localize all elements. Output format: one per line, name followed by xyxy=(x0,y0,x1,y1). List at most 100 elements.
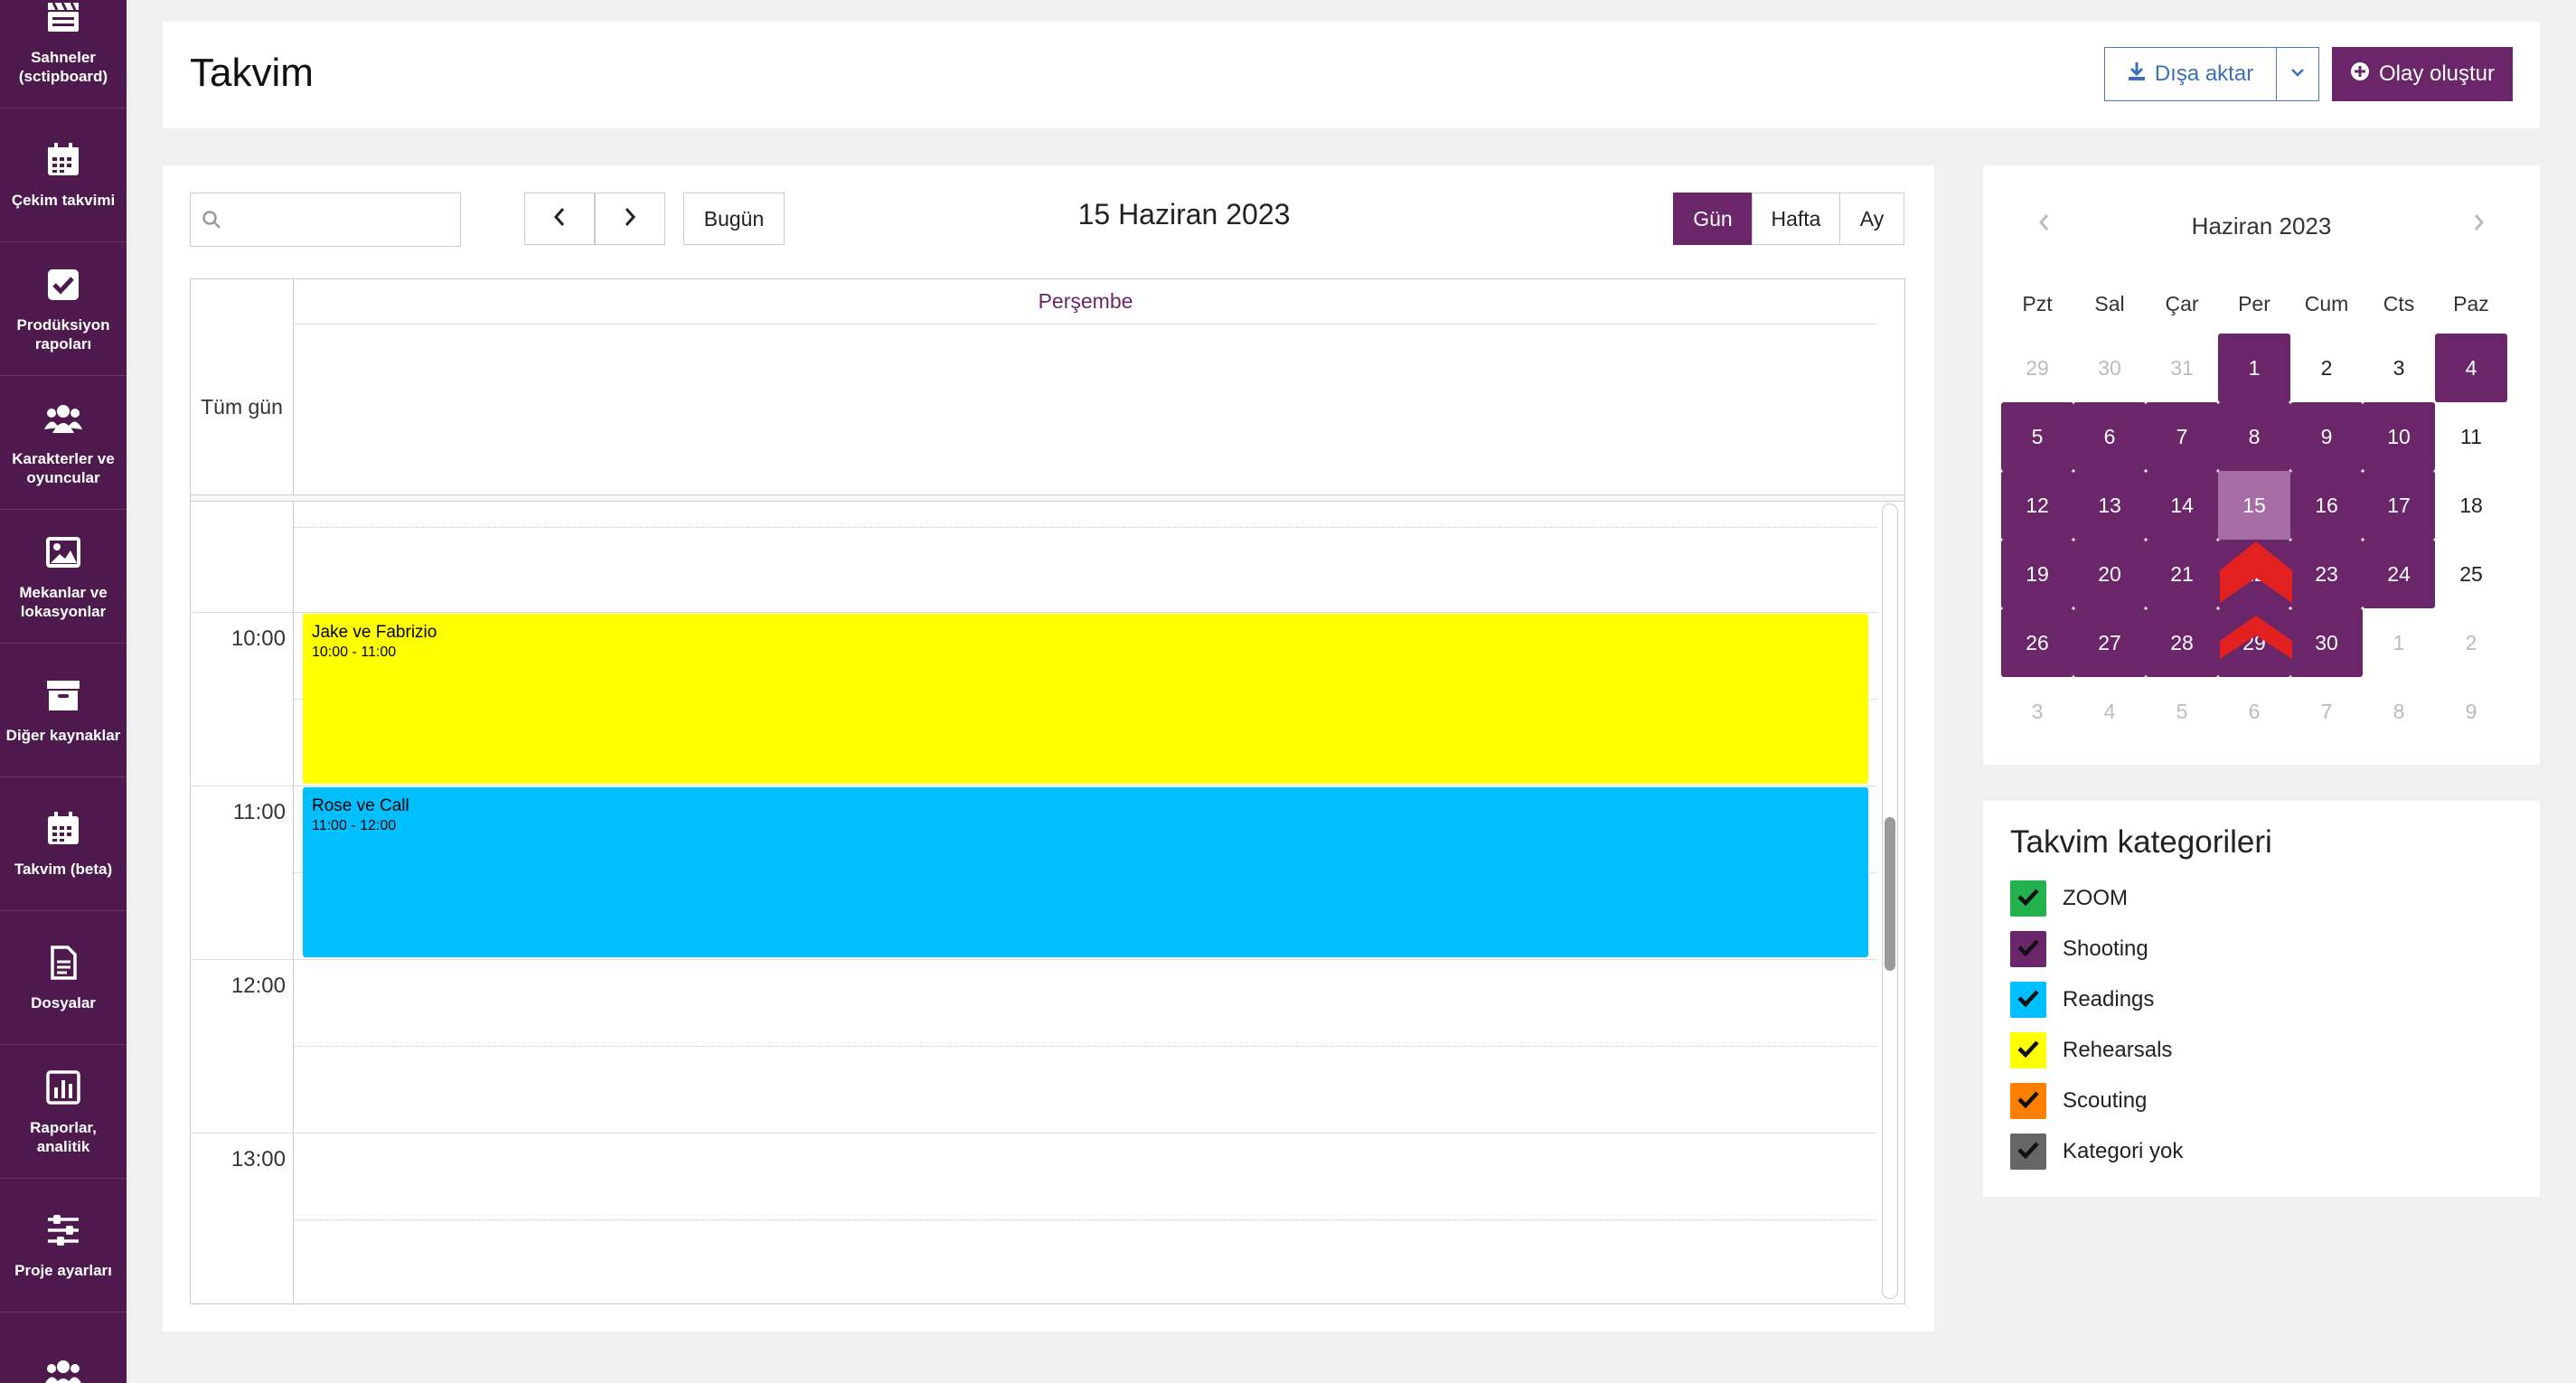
mini-prev-month-button[interactable] xyxy=(2030,211,2057,238)
category-checkbox[interactable] xyxy=(2010,982,2046,1018)
category-item[interactable]: Shooting xyxy=(2010,931,2148,967)
category-checkbox[interactable] xyxy=(2010,1083,2046,1119)
mini-calendar-day[interactable]: 7 xyxy=(2146,402,2218,471)
sidebar-item-characters[interactable]: Karakterler ve oyuncular xyxy=(0,376,127,510)
search-box xyxy=(190,193,461,247)
time-grid[interactable]: 10:00 11:00 12:00 13:00 Jake ve Fabrizio… xyxy=(191,502,1904,1303)
mini-calendar-day[interactable]: 12 xyxy=(2001,471,2073,540)
chevron-down-icon xyxy=(2289,66,2306,82)
mini-calendar-day[interactable]: 9 xyxy=(2435,677,2507,746)
check-icon xyxy=(2017,887,2040,911)
mini-next-month-button[interactable] xyxy=(2466,211,2493,238)
mini-calendar-day[interactable]: 8 xyxy=(2363,677,2435,746)
scrollbar[interactable] xyxy=(1882,503,1898,1299)
sidebar-item-shooting-schedule[interactable]: Çekim takvimi xyxy=(0,108,127,242)
sliders-icon xyxy=(43,1210,83,1250)
mini-calendar-day[interactable]: 2 xyxy=(2435,608,2507,677)
mini-calendar-day[interactable]: 28 xyxy=(2146,608,2218,677)
category-checkbox[interactable] xyxy=(2010,1134,2046,1170)
mini-calendar-day[interactable]: 27 xyxy=(2073,608,2146,677)
sidebar-item-locations[interactable]: Mekanlar ve lokasyonlar xyxy=(0,510,127,644)
mini-calendar-day[interactable]: 17 xyxy=(2363,471,2435,540)
mini-calendar-day[interactable]: 26 xyxy=(2001,608,2073,677)
sidebar-item-team[interactable] xyxy=(0,1312,127,1383)
mini-calendar-day[interactable]: 9 xyxy=(2290,402,2363,471)
mini-calendar-day[interactable]: 18 xyxy=(2435,471,2507,540)
event-time: 11:00 - 12:00 xyxy=(312,818,397,833)
mini-calendar-day[interactable]: 25 xyxy=(2435,540,2507,608)
search-input[interactable] xyxy=(230,202,447,237)
mini-weekday: Paz xyxy=(2453,292,2489,315)
create-event-button[interactable]: Olay oluştur xyxy=(2332,47,2513,101)
day-column-header: Perşembe xyxy=(294,279,1877,325)
sidebar-item-scenes[interactable]: Sahneler (sctipboard) xyxy=(0,0,127,108)
calendar-icon xyxy=(43,140,83,180)
sidebar-item-other-resources[interactable]: Diğer kaynaklar xyxy=(0,644,127,777)
sidebar-item-production-reports[interactable]: Prodüksiyon rapoları xyxy=(0,242,127,376)
mini-calendar-day[interactable]: 1 xyxy=(2363,608,2435,677)
next-day-button[interactable] xyxy=(595,193,665,245)
mini-calendar-day[interactable]: 29 xyxy=(2001,334,2073,402)
mini-calendar-day[interactable]: 1 xyxy=(2218,334,2290,402)
view-month-button[interactable]: Ay xyxy=(1839,193,1904,245)
mini-calendar-day[interactable]: 7 xyxy=(2290,677,2363,746)
check-icon xyxy=(2017,1140,2040,1164)
calendar-event[interactable]: Jake ve Fabrizio 10:00 - 11:00 xyxy=(303,614,1868,784)
mini-calendar-day[interactable]: 30 xyxy=(2073,334,2146,402)
mini-calendar-day[interactable]: 23 xyxy=(2290,540,2363,608)
sidebar-item-files[interactable]: Dosyalar xyxy=(0,911,127,1045)
category-label: Scouting xyxy=(2063,1088,2148,1113)
category-item[interactable]: Rehearsals xyxy=(2010,1032,2172,1068)
category-item[interactable]: Scouting xyxy=(2010,1083,2147,1119)
mini-calendar-day[interactable]: 5 xyxy=(2146,677,2218,746)
mini-calendar-day[interactable]: 6 xyxy=(2073,402,2146,471)
page-header: Takvim Dışa aktar Olay oluştur xyxy=(163,22,2540,128)
mini-calendar-day[interactable]: 4 xyxy=(2073,677,2146,746)
mini-calendar-day[interactable]: 13 xyxy=(2073,471,2146,540)
calendar-event[interactable]: Rose ve Call 11:00 - 12:00 xyxy=(303,787,1868,957)
mini-calendar-day[interactable]: 6 xyxy=(2218,677,2290,746)
mini-weekday: Per xyxy=(2238,292,2270,315)
category-item[interactable]: ZOOM xyxy=(2010,880,2128,917)
mini-calendar-day[interactable]: 19 xyxy=(2001,540,2073,608)
mini-calendar-day[interactable]: 10 xyxy=(2363,402,2435,471)
mini-calendar-day[interactable]: 8 xyxy=(2218,402,2290,471)
mini-calendar-day[interactable]: 20 xyxy=(2073,540,2146,608)
mini-calendar-day[interactable]: 31 xyxy=(2146,334,2218,402)
category-item[interactable]: Readings xyxy=(2010,982,2154,1018)
mini-calendar-day[interactable]: 3 xyxy=(2001,677,2073,746)
mini-calendar-day[interactable]: 15 xyxy=(2218,471,2290,540)
sidebar-item-reports[interactable]: Raporlar, analitik xyxy=(0,1045,127,1179)
event-time: 10:00 - 11:00 xyxy=(312,644,397,660)
view-day-button[interactable]: Gün xyxy=(1673,193,1753,245)
export-button[interactable]: Dışa aktar xyxy=(2104,47,2276,101)
sidebar-item-calendar-beta[interactable]: Takvim (beta) xyxy=(0,777,127,911)
chevron-right-icon xyxy=(2473,212,2486,237)
mini-calendar-day[interactable]: 2 xyxy=(2290,334,2363,402)
category-checkbox[interactable] xyxy=(2010,1032,2046,1068)
sidebar-item-label: Sahneler (sctipboard) xyxy=(18,48,108,85)
mini-calendar-day[interactable]: 16 xyxy=(2290,471,2363,540)
today-button[interactable]: Bugün xyxy=(683,193,785,245)
mini-calendar-day[interactable]: 24 xyxy=(2363,540,2435,608)
sidebar-item-label: Prodüksiyon rapoları xyxy=(16,315,110,353)
mini-calendar-day[interactable]: 14 xyxy=(2146,471,2218,540)
mini-calendar-day[interactable]: 3 xyxy=(2363,334,2435,402)
mini-calendar-day[interactable]: 21 xyxy=(2146,540,2218,608)
mini-calendar-day[interactable]: 4 xyxy=(2435,334,2507,402)
export-dropdown-button[interactable] xyxy=(2276,47,2319,101)
event-title: Rose ve Call xyxy=(312,796,409,815)
view-week-button[interactable]: Hafta xyxy=(1752,193,1840,245)
category-item[interactable]: Kategori yok xyxy=(2010,1134,2183,1170)
sidebar-item-label: Raporlar, analitik xyxy=(30,1118,97,1155)
category-checkbox[interactable] xyxy=(2010,931,2046,967)
sidebar-item-label: Diğer kaynaklar xyxy=(5,727,121,744)
mini-calendar-day[interactable]: 11 xyxy=(2435,402,2507,471)
previous-day-button[interactable] xyxy=(524,193,595,245)
mini-calendar-day[interactable]: 30 xyxy=(2290,608,2363,677)
category-checkbox[interactable] xyxy=(2010,880,2046,917)
scrollbar-thumb[interactable] xyxy=(1885,817,1895,971)
sidebar-item-project-settings[interactable]: Proje ayarları xyxy=(0,1179,127,1312)
mini-calendar-day[interactable]: 5 xyxy=(2001,402,2073,471)
sidebar-item-label: Çekim takvimi xyxy=(11,192,116,209)
